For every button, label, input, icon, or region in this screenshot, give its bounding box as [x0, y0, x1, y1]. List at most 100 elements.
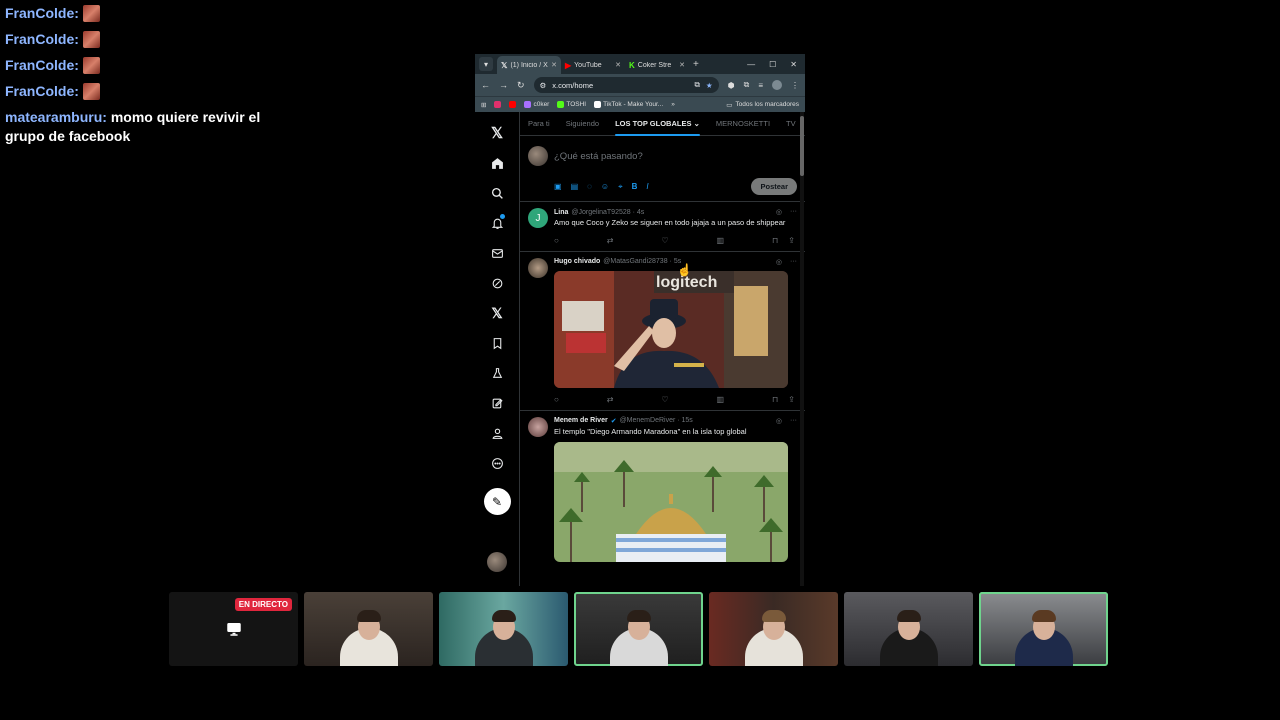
bookmark-icon[interactable]: ⊓	[772, 395, 778, 404]
tweet-image[interactable]: logitech	[554, 270, 788, 388]
retweet-icon[interactable]: ⇄	[607, 395, 614, 404]
profile-avatar[interactable]	[772, 80, 782, 90]
like-icon[interactable]: ♡	[661, 236, 668, 245]
grok-icon[interactable]: ◎	[776, 258, 782, 266]
bookmarks-bar: ⊞ c0ker TOSHI TikTok - Make Your... » ▭ T…	[475, 96, 805, 112]
home-icon[interactable]	[482, 148, 512, 178]
close-icon[interactable]: ✕	[679, 61, 685, 69]
tweet[interactable]: Menem de River ✔ @MenemDeRiver · 15s ◎ ··…	[520, 411, 805, 569]
grok-icon[interactable]: ◌	[587, 182, 592, 191]
premium-x-icon[interactable]: 𝕏	[482, 298, 512, 328]
tab-youtube[interactable]: ▶ YouTube ✕	[561, 56, 625, 74]
share-icon[interactable]: ⇪	[788, 236, 795, 245]
bookmark-instagram[interactable]	[494, 101, 502, 108]
tab-mernosketti[interactable]: MERNOSKETTI	[708, 112, 778, 136]
notifications-icon[interactable]	[482, 208, 512, 238]
like-icon[interactable]: ♡	[661, 395, 668, 404]
tweet-handle[interactable]: @MenemDeRiver · 15s	[620, 417, 693, 424]
bookmarks-icon[interactable]	[482, 328, 512, 358]
compose-post-button[interactable]: ✎	[483, 488, 511, 515]
reply-icon[interactable]: ○	[554, 236, 559, 245]
reply-icon[interactable]: ○	[554, 395, 559, 404]
tab-x-home[interactable]: 𝕏 (1) Inicio / X ✕	[497, 56, 561, 74]
extensions-icon[interactable]: ⧉	[744, 80, 750, 90]
tweet-author[interactable]: Hugo chivado	[554, 258, 600, 265]
minimize-icon[interactable]: —	[747, 60, 755, 69]
chat-message: FranColde:	[5, 26, 275, 52]
tab-los-top-globales[interactable]: LOS TOP GLOBALES ⌄	[607, 112, 708, 136]
scroll-thumb[interactable]	[800, 116, 804, 176]
close-window-icon[interactable]: ✕	[790, 60, 797, 69]
close-icon[interactable]: ✕	[551, 61, 557, 69]
edit-icon[interactable]	[482, 388, 512, 418]
bookmark-c0ker[interactable]: c0ker	[524, 101, 549, 108]
post-button[interactable]: Postear	[751, 178, 797, 195]
maximize-icon[interactable]: ☐	[769, 60, 776, 69]
scrollbar[interactable]	[800, 112, 804, 586]
bookmark-star-icon[interactable]: ★	[706, 81, 713, 90]
media-icon[interactable]: ≡	[758, 81, 763, 90]
url-input[interactable]: ⚙ x.com/home ⧉ ★	[533, 77, 719, 93]
search-icon[interactable]	[482, 178, 512, 208]
retweet-icon[interactable]: ⇄	[607, 236, 614, 245]
gif-icon[interactable]: ▤	[571, 182, 579, 191]
more-icon[interactable]	[482, 448, 512, 478]
extension-shield-icon[interactable]: ⬢	[728, 81, 735, 90]
tweet-author[interactable]: Menem de River	[554, 417, 608, 424]
menu-icon[interactable]: ⋮	[791, 81, 799, 90]
avatar	[528, 146, 548, 166]
apps-icon[interactable]: ⊞	[481, 101, 486, 109]
emoji-icon[interactable]: ☺	[601, 182, 609, 191]
avatar[interactable]	[528, 416, 548, 437]
views-icon[interactable]: ▥	[717, 395, 725, 404]
all-bookmarks[interactable]: ▭ Todos los marcadores	[726, 101, 799, 109]
image-icon[interactable]: ▣	[554, 182, 562, 191]
more-icon[interactable]: ···	[790, 417, 797, 425]
tweet[interactable]: Hugo chivado @MatasGandi28738 · 5s ◎ ···	[520, 252, 805, 411]
account-avatar[interactable]	[487, 552, 507, 572]
new-tab-button[interactable]: +	[693, 59, 699, 70]
tab-kick[interactable]: K Coker Stre ✕	[625, 56, 689, 74]
more-bookmarks-icon[interactable]: »	[671, 101, 675, 108]
back-icon[interactable]: ←	[481, 80, 490, 90]
communities-icon[interactable]	[482, 358, 512, 388]
avatar[interactable]: J	[528, 208, 548, 228]
tweet-handle[interactable]: @MatasGandi28738 · 5s	[603, 258, 681, 265]
tweet[interactable]: J Lina @JorgelinaT92528 · 4s ◎ ··· Amo qu…	[520, 202, 805, 252]
cast-icon[interactable]: ⧉	[695, 80, 700, 90]
grok-icon[interactable]: ◎	[776, 208, 782, 216]
tweet-image[interactable]	[554, 442, 788, 562]
browser-titlebar: ▾ 𝕏 (1) Inicio / X ✕ ▶ YouTube ✕ K Coker…	[475, 54, 805, 74]
more-icon[interactable]: ···	[790, 208, 797, 216]
more-icon[interactable]: ···	[790, 258, 797, 266]
browser-window: ▾ 𝕏 (1) Inicio / X ✕ ▶ YouTube ✕ K Coker…	[475, 54, 805, 586]
bookmark-toshi[interactable]: TOSHI	[557, 101, 586, 108]
close-icon[interactable]: ✕	[615, 61, 621, 69]
bookmark-tiktok[interactable]: TikTok - Make Your...	[594, 101, 663, 108]
messages-icon[interactable]	[482, 238, 512, 268]
avatar[interactable]	[528, 257, 548, 278]
forward-icon[interactable]: →	[499, 80, 508, 90]
chat-username: FranColde:	[5, 83, 79, 99]
grok-icon[interactable]	[482, 268, 512, 298]
site-info-icon[interactable]: ⚙	[540, 81, 547, 90]
compose-input[interactable]: ¿Qué está pasando?	[554, 151, 643, 162]
tweet-author[interactable]: Lina	[554, 209, 568, 216]
bookmark-youtube[interactable]	[509, 101, 517, 108]
location-icon[interactable]: ⌖	[618, 182, 623, 192]
grok-icon[interactable]: ◎	[776, 417, 782, 425]
x-logo-icon[interactable]: 𝕏	[482, 118, 512, 148]
views-icon[interactable]: ▥	[717, 236, 725, 245]
tab-label: (1) Inicio / X	[510, 61, 548, 69]
tab-para-ti[interactable]: Para ti	[520, 112, 558, 136]
tweet-handle[interactable]: @JorgelinaT92528 · 4s	[571, 209, 644, 216]
tab-search-icon[interactable]: ▾	[479, 57, 493, 71]
italic-icon[interactable]: I	[646, 182, 648, 191]
bold-icon[interactable]: B	[632, 182, 638, 191]
share-icon[interactable]: ⇪	[788, 395, 795, 404]
military-salute-photo: logitech	[554, 270, 788, 388]
bookmark-icon[interactable]: ⊓	[772, 236, 778, 245]
reload-icon[interactable]: ↻	[517, 80, 525, 91]
profile-icon[interactable]	[482, 418, 512, 448]
tab-siguiendo[interactable]: Siguiendo	[558, 112, 607, 136]
